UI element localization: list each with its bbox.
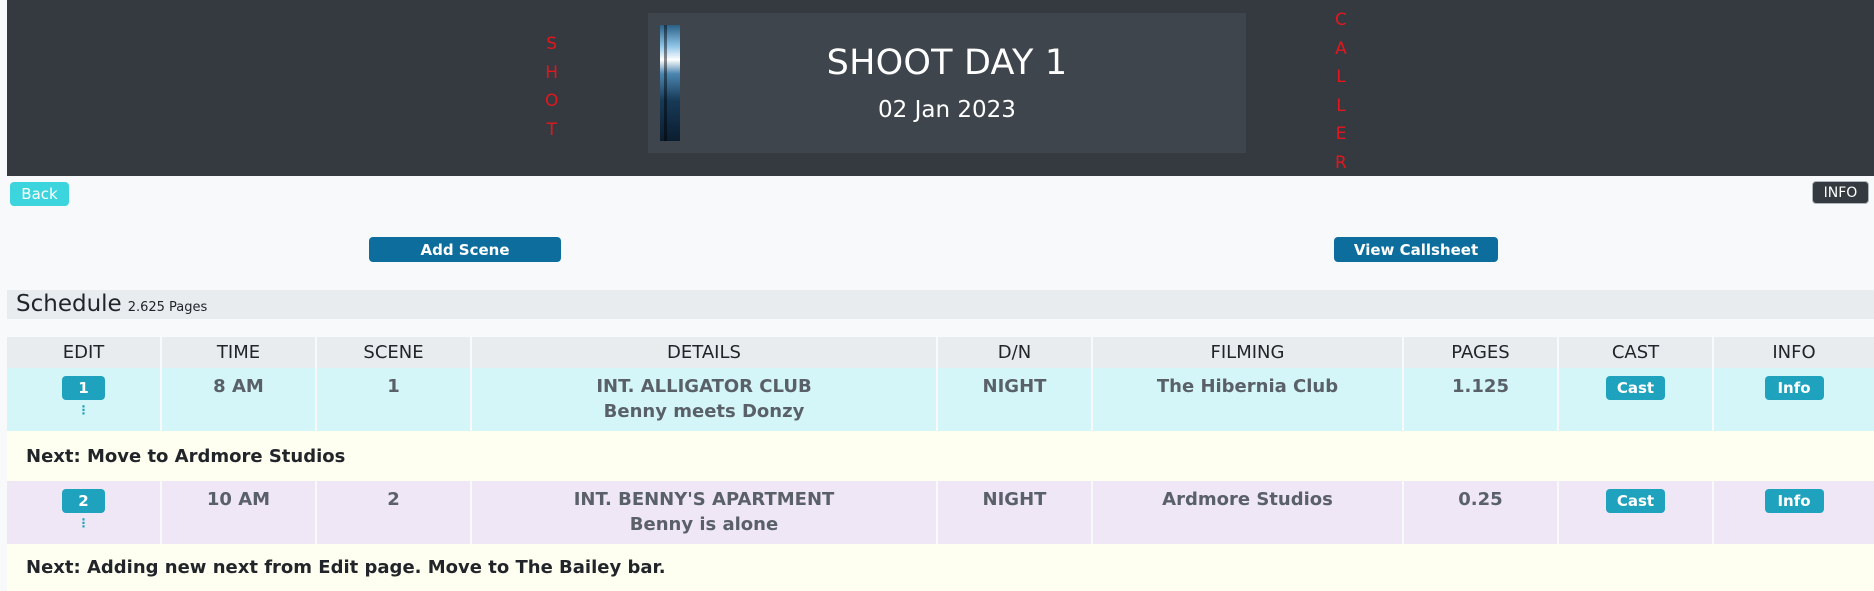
cast-button[interactable]: Cast — [1606, 489, 1665, 513]
column-header-scene: SCENE — [317, 337, 472, 368]
column-header-pages: PAGES — [1404, 337, 1559, 368]
schedule-table-header: EDIT TIME SCENE DETAILS D/N FILMING PAGE… — [7, 337, 1874, 368]
details-cell: INT. ALLIGATOR CLUB Benny meets Donzy — [472, 368, 938, 431]
filming-location-cell: Ardmore Studios — [1093, 481, 1404, 544]
info-cell: Info — [1714, 481, 1874, 544]
next-move-note: Next: Adding new next from Edit page. Mo… — [7, 544, 1874, 591]
logo-letter: L — [1336, 67, 1346, 87]
shoot-day-card: SHOOT DAY 1 02 Jan 2023 — [648, 13, 1246, 153]
pages-cell: 1.125 — [1404, 368, 1559, 431]
table-row: 1 ⋮ 8 AM 1 INT. ALLIGATOR CLUB Benny mee… — [7, 368, 1874, 431]
scene-cell: 2 — [317, 481, 472, 544]
scene-heading: INT. ALLIGATOR CLUB — [596, 376, 812, 397]
info-button[interactable]: INFO — [1812, 181, 1869, 204]
edit-scene-button[interactable]: 2 — [62, 489, 105, 513]
column-header-cast: CAST — [1559, 337, 1714, 368]
cast-cell: Cast — [1559, 368, 1714, 431]
back-button[interactable]: Back — [10, 182, 69, 206]
edit-cell: 2 ⋮ — [7, 481, 162, 544]
logo-letter: A — [1335, 38, 1347, 59]
scene-description: Benny is alone — [629, 514, 779, 535]
pages-cell: 0.25 — [1404, 481, 1559, 544]
cast-cell: Cast — [1559, 481, 1714, 544]
column-header-filming: FILMING — [1093, 337, 1404, 368]
logo-word-shot: S H O T — [545, 30, 558, 144]
logo-letter: E — [1335, 124, 1347, 144]
add-scene-button[interactable]: Add Scene — [369, 237, 561, 262]
scene-description: Benny meets Donzy — [603, 401, 805, 422]
logo-letter: L — [1336, 95, 1346, 116]
schedule-title: Schedule — [16, 291, 122, 317]
logo-word-caller: C A L L E R — [1335, 6, 1347, 177]
next-move-note: Next: Move to Ardmore Studios — [7, 431, 1874, 481]
edit-cell: 1 ⋮ — [7, 368, 162, 431]
schedule-page-count: 2.625 Pages — [127, 300, 208, 315]
column-header-details: DETAILS — [472, 337, 938, 368]
edit-scene-button[interactable]: 1 — [62, 376, 105, 400]
cast-button[interactable]: Cast — [1606, 376, 1665, 400]
app-header: S H O T SHOOT DAY 1 02 Jan 2023 C A L L … — [7, 0, 1874, 176]
logo-letter: R — [1335, 152, 1347, 173]
table-row: 2 ⋮ 10 AM 2 INT. BENNY'S APARTMENT Benny… — [7, 481, 1874, 544]
logo-letter: T — [546, 119, 557, 140]
scene-cell: 1 — [317, 368, 472, 431]
scene-heading: INT. BENNY'S APARTMENT — [573, 489, 835, 510]
view-callsheet-button[interactable]: View Callsheet — [1334, 237, 1498, 262]
filming-location-cell: The Hibernia Club — [1093, 368, 1404, 431]
logo-letter: C — [1335, 10, 1347, 30]
drag-handle-icon[interactable]: ⋮ — [78, 517, 90, 529]
column-header-edit: EDIT — [7, 337, 162, 368]
shoot-day-title: SHOOT DAY 1 — [826, 43, 1068, 83]
day-night-cell: NIGHT — [938, 368, 1093, 431]
details-cell: INT. BENNY'S APARTMENT Benny is alone — [472, 481, 938, 544]
column-header-time: TIME — [162, 337, 317, 368]
day-night-cell: NIGHT — [938, 481, 1093, 544]
scene-info-button[interactable]: Info — [1764, 489, 1824, 513]
time-cell: 8 AM — [162, 368, 317, 431]
scene-info-button[interactable]: Info — [1764, 376, 1824, 400]
column-header-info: INFO — [1772, 342, 1816, 363]
shoot-day-date: 02 Jan 2023 — [878, 97, 1016, 123]
logo-letter: H — [545, 62, 559, 83]
schedule-header: Schedule 2.625 Pages — [7, 290, 1874, 319]
drag-handle-icon[interactable]: ⋮ — [78, 404, 90, 416]
time-cell: 10 AM — [162, 481, 317, 544]
info-cell: Info — [1714, 368, 1874, 431]
column-header-day-night: D/N — [938, 337, 1093, 368]
logo-letter: O — [545, 91, 559, 111]
logo-letter: S — [546, 34, 558, 54]
